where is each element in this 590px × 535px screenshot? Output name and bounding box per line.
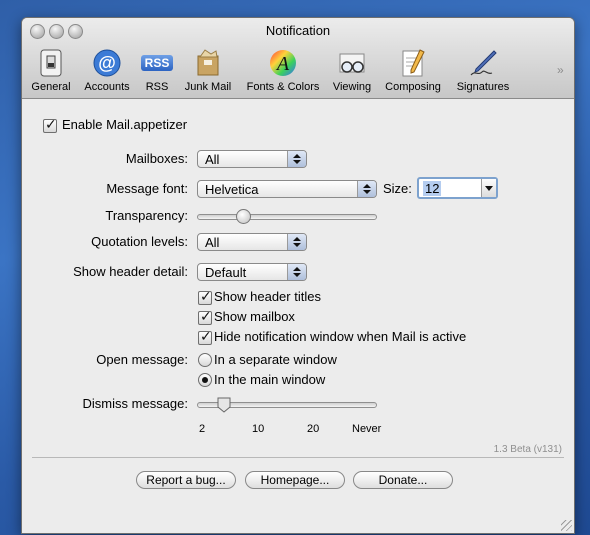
junk-mail-icon — [191, 48, 225, 78]
toolbar: Notification General @ Accounts RSS RSS — [22, 18, 574, 99]
checkmark-icon: ✓ — [200, 308, 212, 324]
popup-arrows-icon — [287, 264, 306, 280]
at-sign-icon: @ — [90, 48, 124, 78]
toolbar-item-general[interactable]: General — [28, 48, 74, 96]
toolbar-label-accounts: Accounts — [84, 81, 130, 93]
checkmark-icon: ✓ — [200, 328, 212, 344]
toolbar-item-rss[interactable]: RSS RSS — [138, 48, 176, 96]
transparency-slider-knob[interactable] — [236, 209, 252, 224]
dismiss-tick-never: Never — [352, 423, 382, 435]
mailboxes-popup[interactable]: All — [197, 150, 307, 168]
hide-when-active-checkbox[interactable]: ✓ — [198, 328, 212, 345]
show-header-titles-checkbox[interactable]: ✓ — [198, 288, 212, 305]
toolbar-item-signatures[interactable]: Signatures — [450, 48, 516, 96]
checkmark-icon: ✓ — [200, 288, 212, 304]
toolbar-item-composing[interactable]: Composing — [380, 48, 446, 96]
size-value[interactable]: 12 — [423, 181, 442, 196]
dropdown-arrow-icon[interactable] — [481, 179, 496, 197]
toolbar-overflow-chevron-icon[interactable]: » — [557, 63, 564, 77]
radio-selected-dot — [202, 377, 208, 383]
dismiss-tick-10: 10 — [252, 423, 265, 435]
report-bug-button[interactable]: Report a bug... — [136, 471, 236, 489]
enable-label: Enable Mail.appetizer — [62, 117, 188, 132]
dismiss-tick-2: 2 — [199, 423, 206, 435]
show-mailbox-checkbox[interactable]: ✓ — [198, 308, 212, 325]
popup-arrows-icon — [287, 151, 306, 167]
bottom-separator — [32, 457, 564, 458]
preferences-pane: ✓ Enable Mail.appetizer Mailboxes: All M… — [22, 99, 574, 533]
donate-button[interactable]: Donate... — [353, 471, 453, 489]
radio-main-window-label: In the main window — [214, 372, 326, 387]
toolbar-item-junk-mail[interactable]: Junk Mail — [180, 48, 236, 96]
toolbar-label-viewing: Viewing — [332, 81, 372, 93]
pencil-paper-icon — [396, 48, 430, 78]
mailboxes-value: All — [205, 152, 220, 167]
enable-checkbox[interactable]: ✓ — [43, 116, 57, 133]
svg-text:@: @ — [98, 53, 116, 73]
dismiss-message-label: Dismiss message: — [82, 396, 188, 411]
homepage-button[interactable]: Homepage... — [245, 471, 345, 489]
popup-arrows-icon — [357, 181, 376, 197]
toolbar-label-signatures: Signatures — [456, 81, 510, 93]
size-combobox[interactable]: 12 — [417, 177, 498, 199]
radio-separate-window-label: In a separate window — [214, 352, 337, 367]
version-label: 1.3 Beta (v131) — [493, 444, 562, 455]
show-mailbox-label: Show mailbox — [214, 309, 295, 324]
show-header-titles-label: Show header titles — [214, 289, 321, 304]
quotation-levels-label: Quotation levels: — [91, 234, 188, 249]
message-font-popup[interactable]: Helvetica — [197, 180, 377, 198]
mailboxes-label: Mailboxes: — [125, 151, 188, 166]
toolbar-label-junk-mail: Junk Mail — [184, 81, 232, 93]
general-switch-icon — [34, 48, 68, 78]
checkmark-icon: ✓ — [45, 116, 57, 132]
toolbar-item-viewing[interactable]: Viewing — [329, 48, 375, 96]
transparency-label: Transparency: — [105, 208, 188, 223]
radio-separate-window[interactable] — [198, 353, 212, 367]
fonts-colors-icon: A — [266, 48, 300, 78]
open-message-label: Open message: — [96, 352, 188, 367]
quotation-levels-popup[interactable]: All — [197, 233, 307, 251]
size-label: Size: — [383, 181, 412, 196]
popup-arrows-icon — [287, 234, 306, 250]
pen-signature-icon — [466, 48, 500, 78]
message-font-value: Helvetica — [205, 182, 259, 197]
resize-grip-icon[interactable] — [561, 520, 572, 531]
toolbar-item-fonts-colors[interactable]: A Fonts & Colors — [241, 48, 325, 96]
rss-icon: RSS — [140, 48, 174, 78]
transparency-slider-track[interactable] — [197, 214, 377, 220]
show-header-detail-popup[interactable]: Default — [197, 263, 307, 281]
toolbar-item-accounts[interactable]: @ Accounts — [79, 48, 135, 96]
dismiss-tick-20: 20 — [307, 423, 320, 435]
preferences-window: Notification General @ Accounts RSS RSS — [21, 17, 575, 534]
rss-badge: RSS — [141, 55, 173, 71]
show-header-detail-value: Default — [205, 265, 247, 280]
svg-text:A: A — [275, 53, 290, 75]
glasses-icon — [335, 48, 369, 78]
dismiss-message-slider-knob[interactable] — [217, 397, 231, 413]
message-font-label: Message font: — [106, 181, 188, 196]
window-title: Notification — [265, 23, 331, 38]
show-header-detail-label: Show header detail: — [73, 264, 188, 279]
toolbar-label-general: General — [31, 81, 71, 93]
toolbar-label-fonts-colors: Fonts & Colors — [246, 81, 320, 93]
toolbar-label-composing: Composing — [385, 81, 441, 93]
toolbar-label-rss: RSS — [145, 81, 169, 93]
radio-main-window[interactable] — [198, 373, 212, 387]
hide-when-active-label: Hide notification window when Mail is ac… — [214, 329, 467, 344]
quotation-levels-value: All — [205, 235, 220, 250]
